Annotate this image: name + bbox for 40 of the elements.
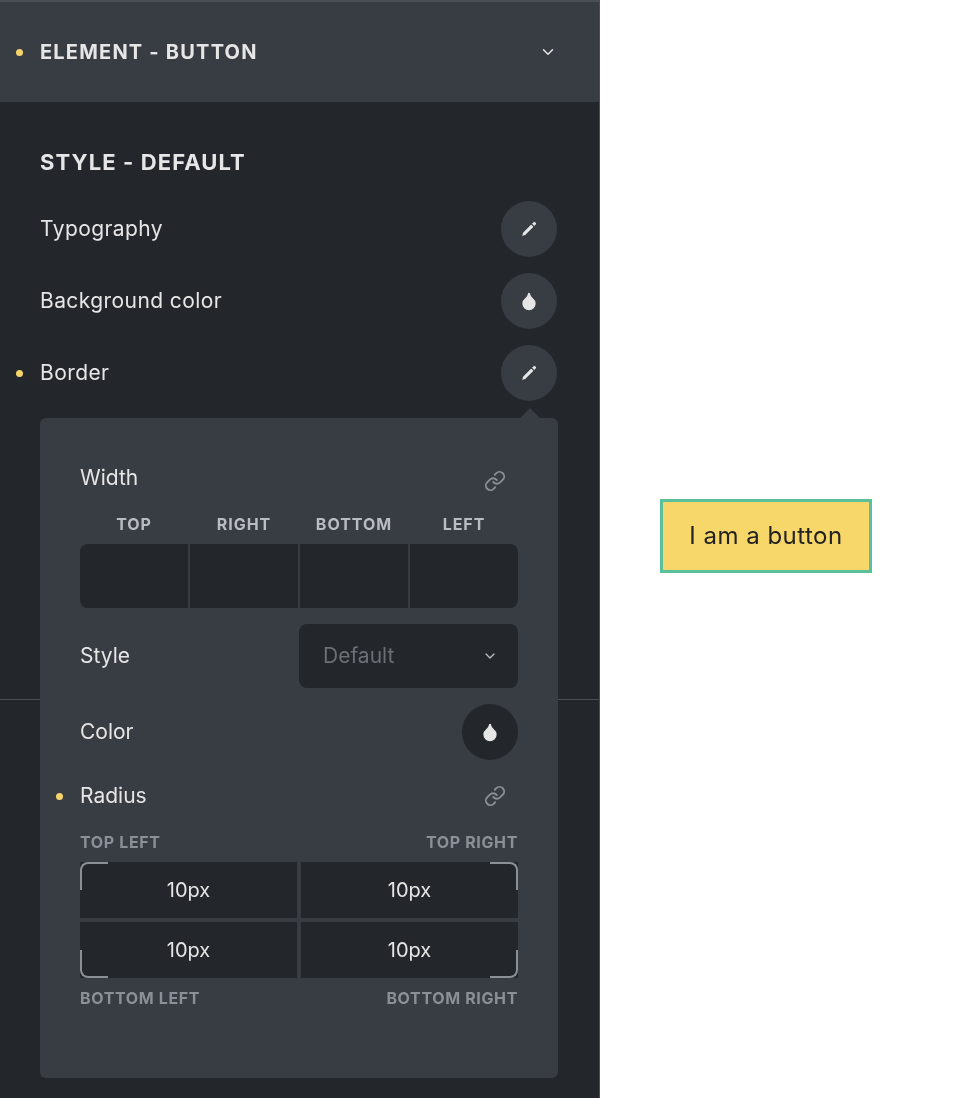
corner-label: TOP LEFT: [80, 831, 161, 854]
style-label: Style: [80, 642, 130, 671]
link-icon[interactable]: [484, 470, 506, 492]
corner-marker: [80, 862, 108, 890]
width-input[interactable]: [410, 544, 518, 608]
droplet-icon: [519, 291, 539, 311]
corner-label: TOP RIGHT: [425, 831, 518, 854]
side-label: LEFT: [441, 513, 487, 536]
side-label: RIGHT: [215, 513, 273, 536]
control-label: Typography: [40, 215, 165, 244]
corner-marker: [490, 950, 518, 978]
edit-button[interactable]: [501, 201, 557, 257]
radius-input[interactable]: 10px: [80, 922, 297, 978]
preview-button[interactable]: I am a button: [660, 499, 872, 573]
width-label: Width: [80, 464, 139, 493]
droplet-icon: [480, 722, 500, 742]
width-input[interactable]: [190, 544, 298, 608]
pencil-icon: [520, 220, 538, 238]
link-icon[interactable]: [484, 785, 506, 807]
control-label: Background color: [40, 287, 224, 316]
width-input[interactable]: [300, 544, 408, 608]
pencil-icon: [520, 364, 538, 382]
radius-input[interactable]: 10px: [80, 862, 297, 918]
width-input[interactable]: [80, 544, 188, 608]
radius-input[interactable]: 10px: [301, 922, 518, 978]
section-header[interactable]: ELEMENT - BUTTON: [0, 0, 599, 102]
color-button[interactable]: [501, 273, 557, 329]
side-label: TOP: [115, 513, 153, 536]
radius-input[interactable]: 10px: [301, 862, 518, 918]
corner-label: BOTTOM RIGHT: [386, 987, 518, 1010]
color-label: Color: [80, 718, 134, 747]
radius-label: Radius: [80, 782, 148, 811]
color-button[interactable]: [462, 704, 518, 760]
edit-button[interactable]: [501, 345, 557, 401]
section-title: STYLE - DEFAULT: [40, 149, 246, 175]
corner-marker: [80, 950, 108, 978]
side-label: BOTTOM: [314, 513, 394, 536]
control-label: Border: [40, 359, 111, 388]
corner-label: BOTTOM LEFT: [80, 987, 201, 1010]
corner-marker: [490, 862, 518, 890]
